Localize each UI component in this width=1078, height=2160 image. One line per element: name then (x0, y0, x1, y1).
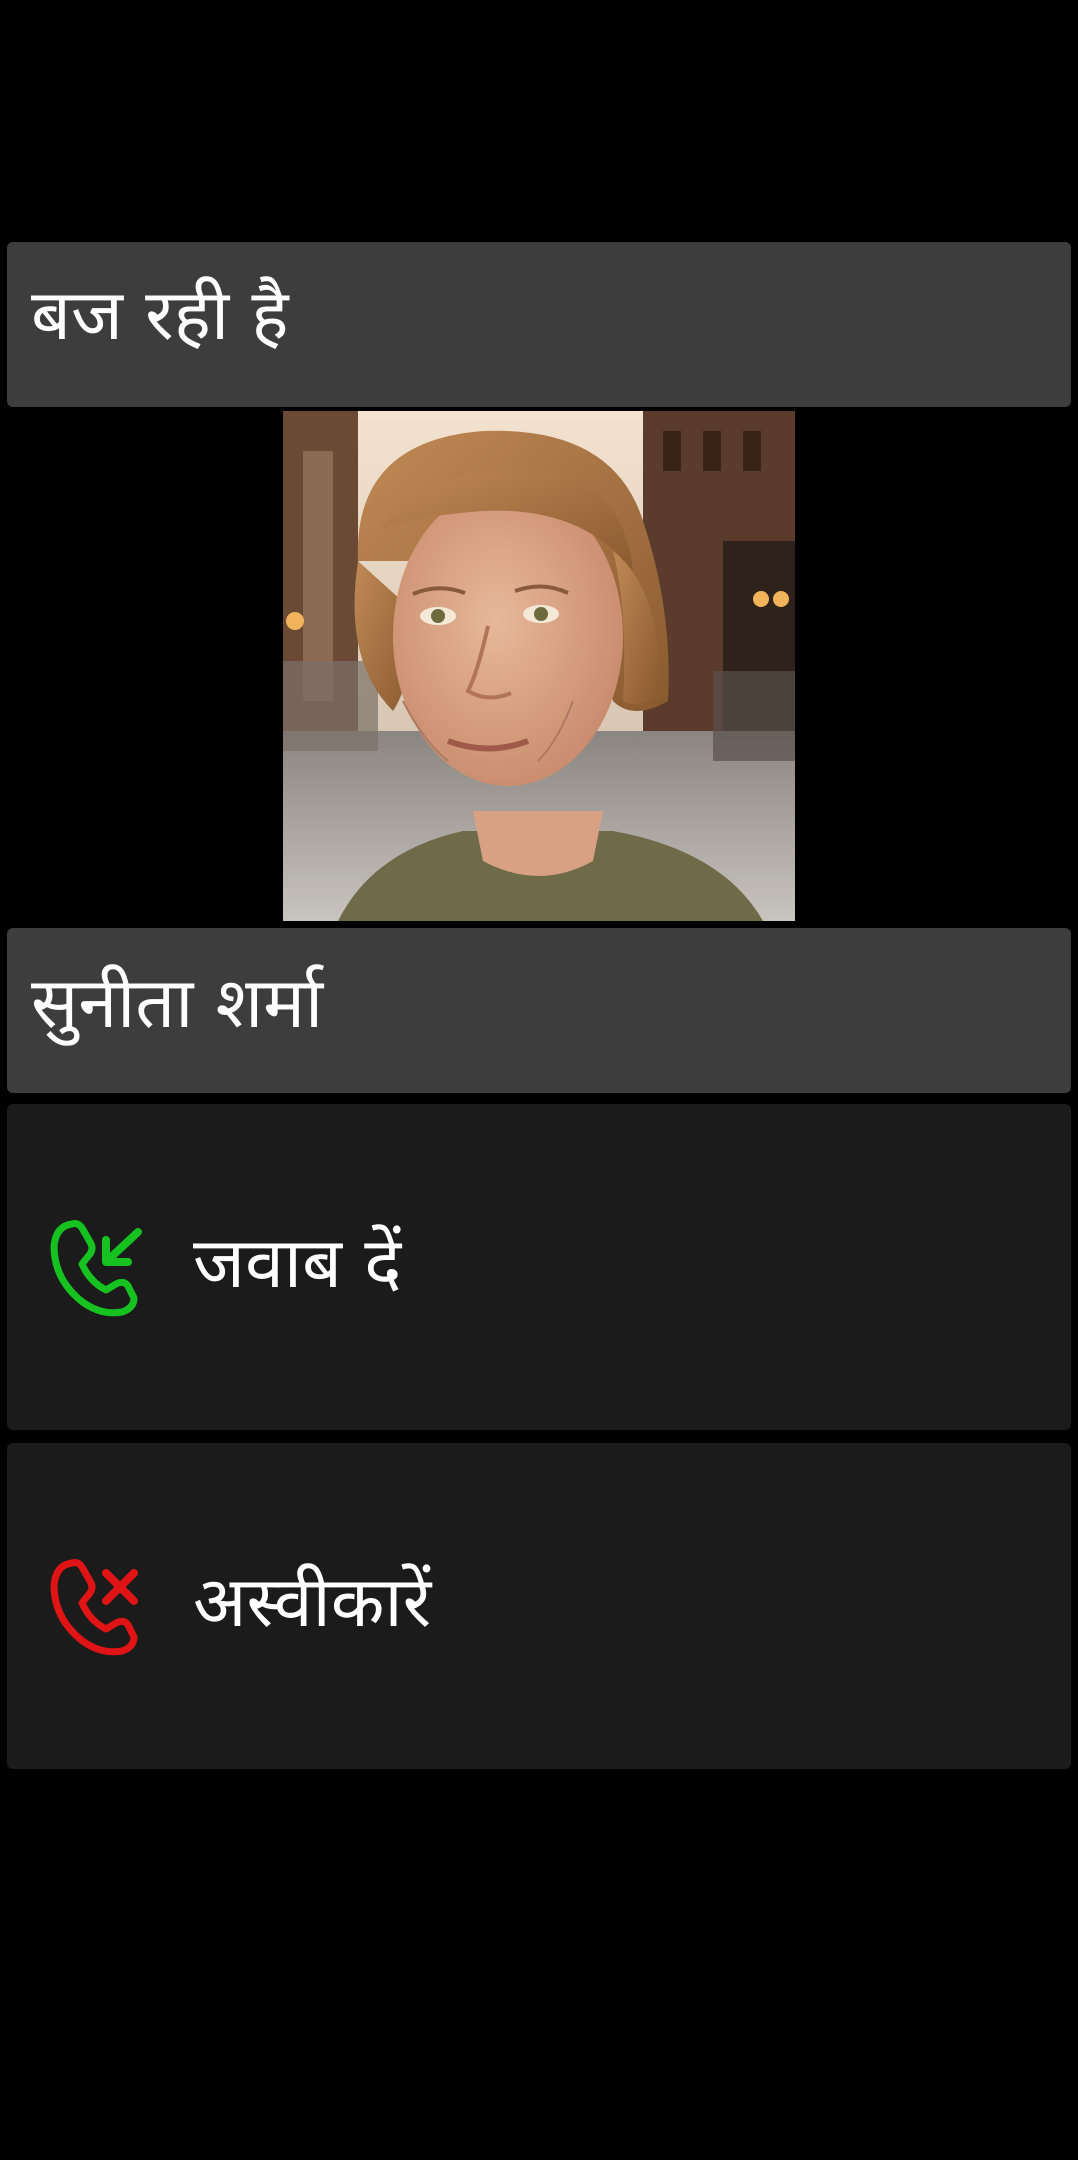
reject-call-icon (37, 1546, 157, 1666)
incoming-call-icon (37, 1207, 157, 1327)
decline-button[interactable]: अस्वीकारें (7, 1443, 1071, 1769)
decline-label: अस्वीकारें (193, 1561, 432, 1643)
caller-name-bar: सुनीता शर्मा (7, 928, 1071, 1093)
incoming-call-screen: बज रही है सुनीता शर्मा जवाब दें अस्वीकार… (0, 0, 1078, 2160)
call-status-bar: बज रही है (7, 242, 1071, 407)
caller-photo (283, 411, 795, 921)
answer-button[interactable]: जवाब दें (7, 1104, 1071, 1430)
call-status-text: बज रही है (31, 273, 289, 356)
caller-name: सुनीता शर्मा (31, 961, 324, 1044)
answer-label: जवाब दें (193, 1222, 402, 1304)
